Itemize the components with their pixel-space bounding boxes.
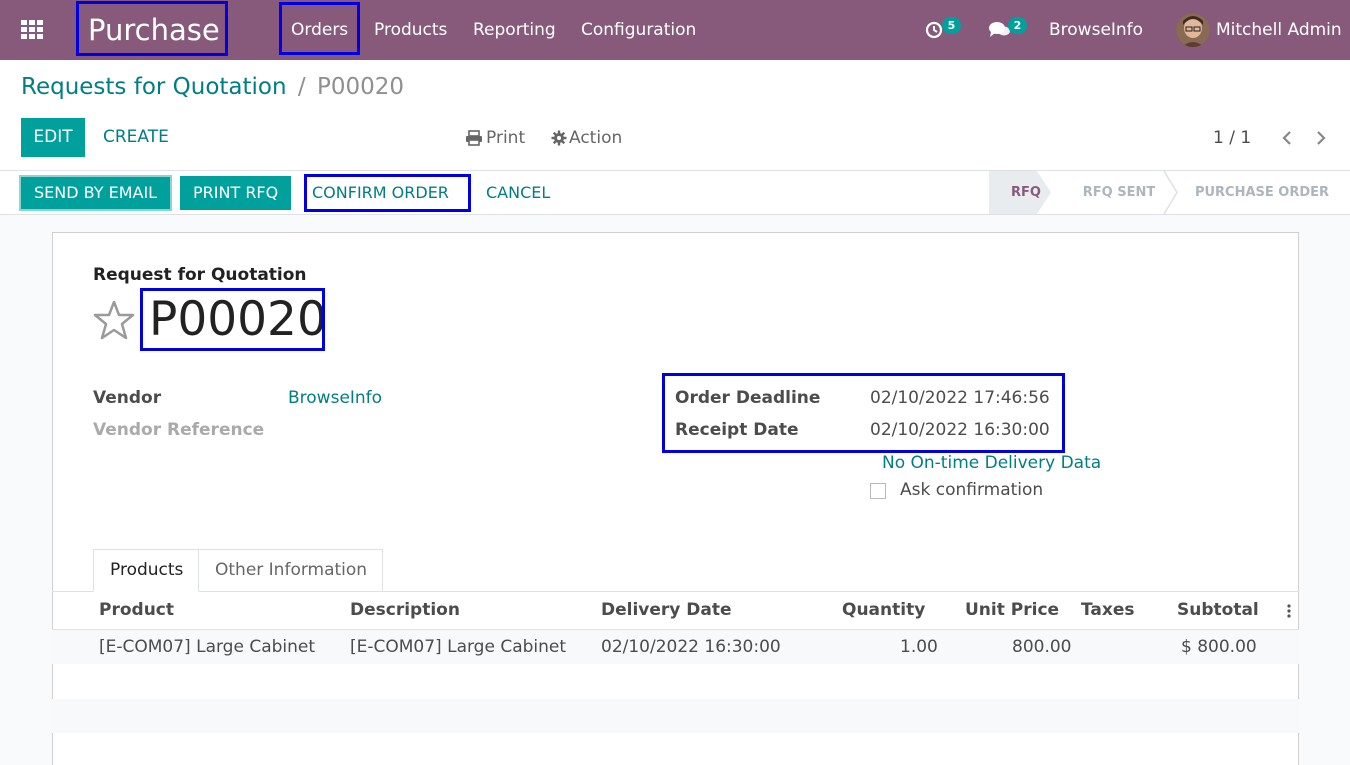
receipt-date-value[interactable]: 02/10/2022 16:30:00 bbox=[870, 420, 1050, 440]
star-icon[interactable] bbox=[93, 300, 135, 340]
action-menu-button[interactable]: Action bbox=[569, 128, 622, 148]
print-rfq-button[interactable]: PRINT RFQ bbox=[180, 176, 292, 210]
vendor-reference-label: Vendor Reference bbox=[93, 420, 265, 440]
ask-confirmation-label[interactable]: Ask confirmation bbox=[900, 480, 1043, 500]
top-navbar: Purchase Orders Products Reporting Confi… bbox=[0, 0, 1350, 60]
order-deadline-label: Order Deadline bbox=[675, 388, 821, 408]
menu-configuration[interactable]: Configuration bbox=[581, 0, 696, 60]
col-description[interactable]: Description bbox=[350, 600, 460, 620]
cancel-button[interactable]: CANCEL bbox=[473, 176, 563, 210]
col-subtotal[interactable]: Subtotal bbox=[1177, 600, 1259, 620]
tab-other-information-label: Other Information bbox=[215, 560, 368, 580]
stage-rfq-sent[interactable]: RFQ SENT bbox=[1072, 171, 1166, 214]
menu-reporting[interactable]: Reporting bbox=[473, 0, 556, 60]
tab-products-label: Products bbox=[110, 560, 184, 580]
breadcrumb-separator: / bbox=[297, 74, 306, 100]
empty-row bbox=[52, 699, 1299, 733]
row-subtotal[interactable]: $ 800.00 bbox=[1181, 637, 1257, 657]
tab-products[interactable]: Products bbox=[93, 549, 199, 592]
pager-value[interactable]: 1 / 1 bbox=[1213, 128, 1251, 148]
user-avatar[interactable] bbox=[1176, 13, 1210, 47]
row-quantity[interactable]: 1.00 bbox=[900, 637, 938, 657]
pager-previous-icon[interactable] bbox=[1280, 130, 1294, 146]
optional-columns-icon[interactable] bbox=[1286, 603, 1292, 619]
pager-next-icon[interactable] bbox=[1314, 130, 1328, 146]
order-deadline-value[interactable]: 02/10/2022 17:46:56 bbox=[870, 388, 1050, 408]
menu-orders[interactable]: Orders bbox=[291, 0, 348, 60]
vendor-value[interactable]: BrowseInfo bbox=[288, 388, 382, 408]
edit-button[interactable]: EDIT bbox=[21, 118, 85, 157]
row-description[interactable]: [E-COM07] Large Cabinet bbox=[350, 637, 566, 657]
gear-icon[interactable] bbox=[551, 130, 567, 146]
vendor-label: Vendor bbox=[93, 388, 162, 408]
breadcrumb-current: P00020 bbox=[316, 74, 404, 100]
col-unit-price[interactable]: Unit Price bbox=[965, 600, 1059, 620]
app-name[interactable]: Purchase bbox=[88, 0, 220, 60]
row-unit-price[interactable]: 800.00 bbox=[1012, 637, 1071, 657]
messages-badge: 2 bbox=[1008, 17, 1027, 34]
company-switcher[interactable]: BrowseInfo bbox=[1049, 0, 1143, 60]
row-product[interactable]: [E-COM07] Large Cabinet bbox=[99, 637, 315, 657]
print-icon[interactable] bbox=[465, 130, 483, 146]
user-menu[interactable]: Mitchell Admin bbox=[1216, 0, 1342, 60]
stage-rfq[interactable]: RFQ bbox=[998, 171, 1054, 214]
print-menu-button[interactable]: Print bbox=[486, 128, 525, 148]
breadcrumb-parent[interactable]: Requests for Quotation bbox=[21, 74, 287, 100]
activity-badge: 5 bbox=[942, 17, 961, 34]
stage-purchase-order[interactable]: PURCHASE ORDER bbox=[1184, 171, 1340, 214]
ask-confirmation-checkbox[interactable] bbox=[870, 483, 886, 499]
create-button[interactable]: CREATE bbox=[103, 118, 169, 157]
col-delivery-date[interactable]: Delivery Date bbox=[601, 600, 732, 620]
receipt-date-label: Receipt Date bbox=[675, 420, 799, 440]
form-subtitle: Request for Quotation bbox=[93, 265, 307, 285]
breadcrumb: Requests for Quotation / P00020 bbox=[21, 74, 404, 100]
confirm-order-button[interactable]: CONFIRM ORDER bbox=[306, 176, 455, 210]
on-time-delivery-link[interactable]: No On-time Delivery Data bbox=[882, 453, 1101, 473]
record-name: P00020 bbox=[149, 292, 327, 347]
send-by-email-button[interactable]: SEND BY EMAIL bbox=[19, 175, 173, 211]
tab-other-information[interactable]: Other Information bbox=[198, 549, 383, 591]
col-taxes[interactable]: Taxes bbox=[1081, 600, 1135, 620]
row-delivery-date[interactable]: 02/10/2022 16:30:00 bbox=[601, 637, 781, 657]
col-product[interactable]: Product bbox=[99, 600, 174, 620]
menu-products[interactable]: Products bbox=[374, 0, 447, 60]
apps-menu-icon[interactable] bbox=[21, 20, 44, 39]
col-quantity[interactable]: Quantity bbox=[842, 600, 925, 620]
tabs-bottom-border bbox=[52, 591, 1299, 592]
